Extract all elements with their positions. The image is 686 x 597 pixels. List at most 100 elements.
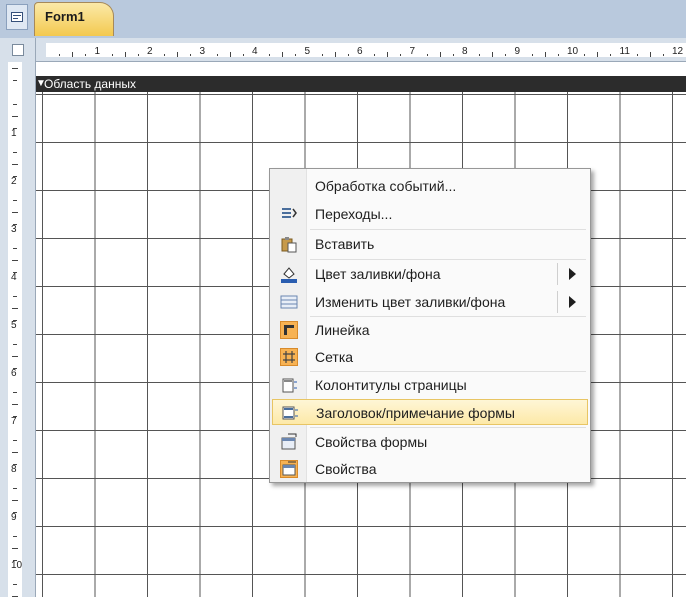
ruler-tick (12, 452, 18, 453)
ruler-tick (597, 52, 599, 57)
tab-form1[interactable]: Form1 (34, 2, 114, 36)
detail-section-bar[interactable]: ▼ Область данных (36, 76, 686, 92)
ruler-tick (12, 356, 18, 357)
ruler-number: 5 (11, 320, 17, 331)
paste-icon (280, 235, 298, 253)
ruler-tick (229, 52, 231, 57)
ruler-tick (492, 52, 494, 57)
menu-item-label: Свойства формы (315, 434, 428, 450)
ruler-number: 6 (11, 368, 17, 379)
ruler-tick (321, 54, 323, 56)
menu-item-label: Колонтитулы страницы (315, 377, 467, 393)
ruler-number: 1 (11, 128, 17, 139)
ruler-number: 5 (304, 46, 311, 57)
ruler-tick (13, 152, 17, 153)
ruler-tick (72, 52, 74, 57)
page-header-footer-icon (280, 376, 298, 394)
ruler-tick (13, 200, 17, 201)
ruler-tick (387, 52, 389, 57)
ruler-number: 7 (11, 416, 17, 427)
form-object-icon[interactable] (6, 4, 28, 30)
ruler-number: 1 (94, 46, 101, 57)
ruler-number: 8 (11, 464, 17, 475)
ruler-tick (269, 54, 271, 56)
ruler-tick (13, 440, 17, 441)
ruler-tick (531, 54, 533, 56)
ruler-tick (610, 54, 612, 56)
ruler-tick (347, 54, 349, 56)
form-properties-icon (280, 433, 298, 451)
ruler-tick (12, 212, 18, 213)
horizontal-ruler[interactable]: 1 2 3 4 5 6 7 8 9 10 11 12 (36, 38, 686, 62)
vertical-ruler[interactable]: 1 2 3 4 5 6 7 8 9 10 (0, 62, 36, 597)
document-tab-bar: Form1 (0, 0, 686, 38)
ruler-tick (584, 54, 586, 56)
ruler-tick (59, 54, 61, 56)
menu-item-form-properties[interactable]: Свойства формы (272, 429, 588, 455)
menu-item-label: Цвет заливки/фона (315, 266, 441, 282)
form-header-footer-icon (281, 404, 299, 422)
menu-item-ruler[interactable]: Линейка (272, 317, 588, 343)
tab-order-icon (280, 205, 298, 223)
ruler-number: 9 (514, 46, 521, 57)
menu-item-label: Вставить (315, 236, 375, 252)
menu-item-label: Заголовок/примечание формы (316, 405, 515, 421)
ruler-tick (544, 52, 546, 57)
ruler-number: 3 (199, 46, 206, 57)
menu-item-label: Сетка (315, 349, 354, 365)
ruler-gap (36, 62, 686, 76)
menu-item-event-builder[interactable]: Обработка событий... (272, 173, 588, 199)
ruler-tick (177, 52, 179, 57)
ruler-tick (282, 52, 284, 57)
ruler-tick (85, 54, 87, 56)
form-selector[interactable] (0, 38, 36, 62)
menu-item-fill-color[interactable]: Цвет заливки/фона (272, 261, 588, 287)
fill-color-icon (280, 265, 298, 283)
ruler-tick (13, 248, 17, 249)
ruler-number: 2 (147, 46, 153, 57)
menu-item-grid[interactable]: Сетка (272, 344, 588, 370)
menu-item-label: Обработка событий... (315, 178, 457, 194)
ruler-tick (374, 54, 376, 56)
menu-item-alternate-fill[interactable]: Изменить цвет заливки/фона (272, 289, 588, 315)
ruler-tick (400, 54, 402, 56)
ruler-tick (164, 54, 166, 56)
section-collapse-icon[interactable]: ▼ (36, 78, 46, 89)
ruler-tick (12, 260, 18, 261)
ruler-number: 12 (672, 46, 684, 57)
ruler-tick (13, 296, 17, 297)
ruler-tick (13, 536, 17, 537)
properties-icon (280, 460, 298, 478)
menu-item-label: Переходы... (315, 206, 393, 222)
ruler-tick (111, 54, 113, 56)
menu-separator (310, 259, 586, 260)
menu-item-tab-order[interactable]: Переходы... (272, 201, 588, 227)
menu-item-paste[interactable]: Вставить (272, 231, 588, 257)
ruler-tick (505, 54, 507, 56)
menu-separator (310, 427, 586, 428)
ruler-tick (12, 548, 18, 549)
menu-item-page-header-footer[interactable]: Колонтитулы страницы (272, 372, 588, 398)
ruler-tick (636, 54, 638, 56)
ruler-tick (13, 80, 17, 81)
menu-item-label: Изменить цвет заливки/фона (315, 294, 506, 310)
ruler-tick (452, 54, 454, 56)
ruler-tick (13, 584, 17, 585)
menu-item-form-header-footer[interactable]: Заголовок/примечание формы (272, 399, 588, 425)
ruler-number: 2 (11, 176, 17, 187)
context-menu: Обработка событий... Переходы... Вставит… (269, 168, 591, 483)
ruler-number: 11 (619, 46, 630, 57)
ruler-tick (12, 308, 18, 309)
ruler-number: 7 (409, 46, 416, 57)
ruler-tick (426, 54, 428, 56)
submenu-divider (557, 291, 558, 313)
ruler-tick (242, 54, 244, 56)
ruler-tick (662, 54, 664, 56)
menu-item-label: Линейка (315, 322, 370, 338)
menu-item-properties[interactable]: Свойства (272, 456, 588, 482)
ruler-tick (12, 500, 18, 501)
ruler-number: 10 (11, 560, 23, 571)
ruler-tick (295, 54, 297, 56)
ruler-number: 4 (252, 46, 258, 57)
ruler-tick (12, 164, 18, 165)
